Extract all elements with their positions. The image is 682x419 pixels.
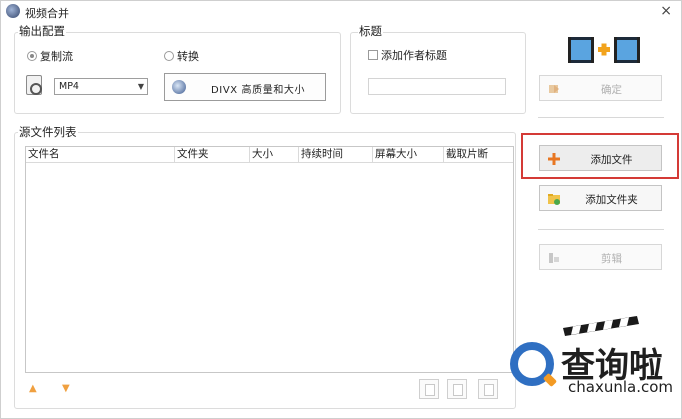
source-file-list[interactable]: 文件名 文件夹 大小 持续时间 屏幕大小 截取片断	[25, 146, 514, 373]
column-filename[interactable]: 文件名	[26, 147, 175, 163]
radio-dot	[164, 51, 174, 61]
list-action-button-3[interactable]	[478, 379, 498, 399]
clapperboard-icon	[563, 316, 639, 336]
copy-stream-label: 复制流	[40, 50, 73, 63]
source-list-label: 源文件列表	[18, 124, 78, 140]
author-title-checkbox[interactable]: 添加作者标题	[368, 47, 447, 63]
watermark-logo-icon	[510, 342, 554, 386]
add-file-label: 添加文件	[590, 154, 633, 166]
title-group-label: 标题	[358, 23, 383, 39]
format-value: MP4	[59, 81, 79, 92]
separator	[538, 117, 664, 118]
list-action-button-2[interactable]	[447, 379, 467, 399]
convert-label: 转换	[177, 50, 199, 63]
copy-stream-radio[interactable]: 复制流	[27, 48, 73, 64]
column-folder[interactable]: 文件夹	[175, 147, 250, 163]
move-up-icon[interactable]: ▲	[29, 383, 37, 394]
merge-video-window: 视频合并 × 输出配置 复制流 转换 MP4 ▼ DIVX 高质量和大小 标题 …	[0, 0, 682, 419]
confirm-label: 确定	[601, 84, 622, 96]
format-select[interactable]: MP4 ▼	[54, 78, 148, 95]
cut-button[interactable]: 剪辑	[539, 244, 662, 270]
title-bar: 视频合并 ×	[1, 1, 681, 23]
format-file-icon	[26, 75, 42, 95]
cut-label: 剪辑	[601, 253, 622, 265]
add-folder-label: 添加文件夹	[585, 194, 638, 206]
column-duration[interactable]: 持续时间	[299, 147, 373, 163]
preset-label: DIVX 高质量和大小	[211, 85, 306, 96]
film-merge-icon	[568, 37, 640, 63]
column-screen-size[interactable]: 屏幕大小	[373, 147, 444, 163]
move-down-icon[interactable]: ▼	[62, 383, 70, 394]
preset-button[interactable]: DIVX 高质量和大小	[164, 73, 326, 101]
author-title-label: 添加作者标题	[381, 49, 447, 62]
output-config-label: 输出配置	[18, 23, 66, 39]
column-size[interactable]: 大小	[250, 147, 299, 163]
add-file-button[interactable]: 添加文件	[539, 145, 662, 171]
radio-dot	[27, 51, 37, 61]
chevron-down-icon: ▼	[137, 82, 144, 91]
close-icon[interactable]: ×	[660, 3, 672, 19]
title-input[interactable]	[368, 78, 506, 95]
window-title: 视频合并	[25, 7, 69, 20]
watermark-domain: chaxunla.com	[568, 378, 673, 396]
checkbox-box	[368, 50, 378, 60]
list-header: 文件名 文件夹 大小 持续时间 屏幕大小 截取片断	[26, 147, 513, 163]
column-clip[interactable]: 截取片断	[444, 147, 513, 163]
preset-icon	[172, 80, 186, 94]
convert-radio[interactable]: 转换	[164, 48, 199, 64]
separator	[538, 229, 664, 230]
confirm-button[interactable]: 确定	[539, 75, 662, 101]
app-icon	[6, 4, 20, 18]
add-folder-button[interactable]: 添加文件夹	[539, 185, 662, 211]
list-action-button-1[interactable]	[419, 379, 439, 399]
title-group	[350, 32, 526, 114]
